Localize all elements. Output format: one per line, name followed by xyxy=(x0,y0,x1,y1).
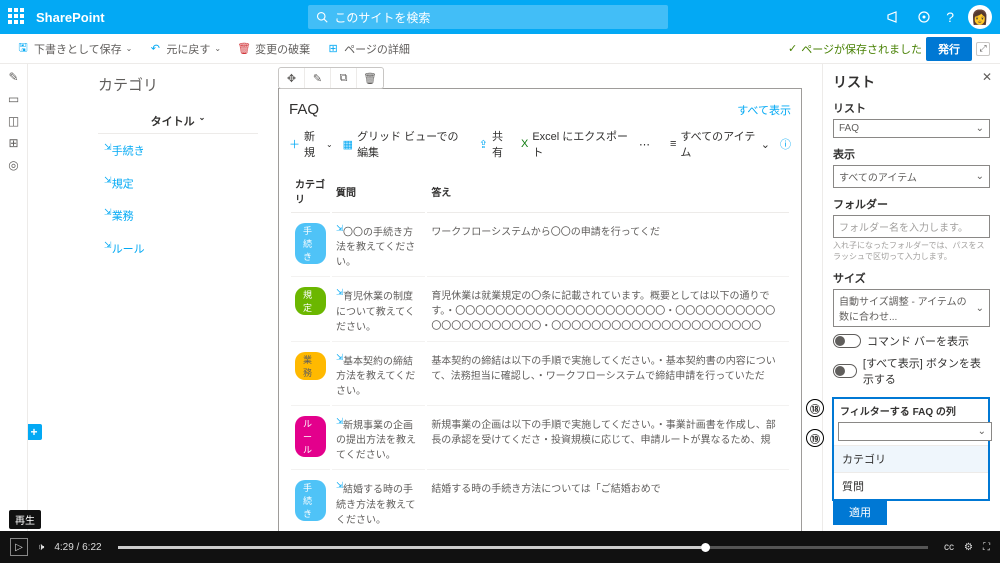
table-row[interactable]: 業務⇲基本契約の締結方法を教えてください。基本契約の締結は以下の手順で実施してく… xyxy=(291,344,789,406)
close-pane-button[interactable]: ✕ xyxy=(982,70,992,84)
details-icon: ⊞ xyxy=(326,42,340,56)
save-draft-button[interactable]: 🖫下書きとして保存⌄ xyxy=(10,39,138,59)
info-icon[interactable]: ⓘ xyxy=(780,136,791,152)
category-item[interactable]: ⇲規定 xyxy=(98,167,258,200)
video-time: 4:29 / 6:22 xyxy=(54,542,101,553)
rail-icon-1[interactable]: ✎ xyxy=(8,70,18,84)
settings-icon[interactable]: ⚙ xyxy=(964,542,973,553)
suite-bar: SharePoint このサイトを検索 ? 👩 xyxy=(0,0,1000,34)
save-icon: 🖫 xyxy=(16,42,30,56)
property-pane: ✕ リスト リスト FAQ⌄ 表示 すべてのアイテム⌄ フォルダー フォルダー名… xyxy=(822,64,1000,531)
col-question[interactable]: 質問 xyxy=(332,170,425,213)
category-header[interactable]: タイトル ⌄ xyxy=(98,109,258,134)
faq-table: カテゴリ質問答え 手続き⇲〇〇の手続き方法を教えてください。ワークフローシステム… xyxy=(289,168,791,531)
view-selector[interactable]: ≡ すべてのアイテム ⌄ xyxy=(670,128,770,160)
rail-icon-2[interactable]: ▭ xyxy=(8,92,19,106)
faq-title: FAQ xyxy=(289,101,319,118)
webpart-toolbar: ✥ ✎ ⧉ 🗑 xyxy=(278,67,384,89)
seek-bar[interactable] xyxy=(118,546,928,549)
filter-option-category[interactable]: カテゴリ xyxy=(834,445,988,472)
pane-title: リスト xyxy=(833,72,990,92)
excel-button[interactable]: XExcel にエクスポート xyxy=(521,128,629,160)
cc-icon[interactable]: cc xyxy=(944,542,954,553)
page-details-button[interactable]: ⊞ページの詳細 xyxy=(320,39,416,59)
share-button[interactable]: ⇪共有 xyxy=(479,128,511,160)
play-button[interactable]: ▷ xyxy=(10,538,28,556)
saved-status: ✓ページが保存されました xyxy=(788,41,922,57)
rail-icon-4[interactable]: ⊞ xyxy=(8,136,18,150)
list-select[interactable]: FAQ⌄ xyxy=(833,119,990,138)
size-select[interactable]: 自動サイズ調整 - アイテムの数に合わせ...⌄ xyxy=(833,289,990,327)
folder-input[interactable]: フォルダー名を入力します。 xyxy=(833,215,990,238)
faq-webpart[interactable]: ✥ ✎ ⧉ 🗑 FAQ すべて表示 ＋新規⌄ ▦グリッド ビューでの編集 ⇪共有… xyxy=(278,88,802,531)
col-answer[interactable]: 答え xyxy=(427,170,789,213)
command-bar: 🖫下書きとして保存⌄ ↶元に戻す⌄ 🗑変更の破棄 ⊞ページの詳細 ✓ページが保存… xyxy=(0,34,1000,64)
folder-hint: 入れ子になったフォルダーでは、パスをスラッシュで区切って入力します。 xyxy=(833,240,990,262)
megaphone-icon[interactable] xyxy=(886,9,902,25)
avatar[interactable]: 👩 xyxy=(968,5,992,29)
undo-icon: ↶ xyxy=(148,42,162,56)
video-controls: ▷ 🕩 4:29 / 6:22 cc ⚙ ⛶ xyxy=(0,531,1000,563)
search-input[interactable]: このサイトを検索 xyxy=(308,5,668,29)
search-icon xyxy=(316,11,328,23)
view-select[interactable]: すべてのアイテム⌄ xyxy=(833,165,990,188)
left-rail: ✎ ▭ ◫ ⊞ ◎ xyxy=(0,64,28,531)
callout-18: ⑱ xyxy=(806,399,824,417)
list-toolbar: ＋新規⌄ ▦グリッド ビューでの編集 ⇪共有 XExcel にエクスポート ⋯ … xyxy=(289,128,791,160)
trash-icon: 🗑 xyxy=(237,42,251,56)
col-category[interactable]: カテゴリ xyxy=(291,170,330,213)
category-item[interactable]: ⇲業務 xyxy=(98,199,258,232)
grid-edit-button[interactable]: ▦グリッド ビューでの編集 xyxy=(343,128,469,160)
edit-icon[interactable]: ✎ xyxy=(305,68,331,88)
rail-icon-5[interactable]: ◎ xyxy=(8,158,18,172)
check-icon: ✓ xyxy=(788,42,797,55)
app-launcher-icon[interactable] xyxy=(8,8,26,26)
add-section-button[interactable]: + xyxy=(28,424,42,440)
search-placeholder: このサイトを検索 xyxy=(334,9,430,26)
category-part-title: カテゴリ xyxy=(98,74,258,95)
brand: SharePoint xyxy=(36,10,105,25)
canvas: + カテゴリ タイトル ⌄ ⇲手続き ⇲規定 ⇲業務 ⇲ルール ✥ ✎ ⧉ xyxy=(28,64,822,531)
replay-badge: 再生 xyxy=(9,510,41,529)
audio-icon[interactable]: 🕩 xyxy=(38,542,44,553)
folder-label: フォルダー xyxy=(833,196,990,212)
view-all-link[interactable]: すべて表示 xyxy=(737,102,791,118)
filter-col-label: フィルターする FAQ の列 xyxy=(834,399,988,422)
more-button[interactable]: ⋯ xyxy=(639,138,650,151)
view-label: 表示 xyxy=(833,146,990,162)
table-row[interactable]: 規定⇲育児休業の制度について教えてください。育児休業は就業規定の〇条に記載されて… xyxy=(291,279,789,341)
filter-column-dropdown: フィルターする FAQ の列 ⌄ カテゴリ 質問 xyxy=(832,397,990,501)
filter-option-question[interactable]: 質問 xyxy=(834,472,988,499)
cmdbar-toggle[interactable]: コマンド バーを表示 xyxy=(833,333,990,349)
category-item[interactable]: ⇲手続き xyxy=(98,134,258,167)
new-button[interactable]: ＋新規⌄ xyxy=(289,128,333,160)
help-icon[interactable]: ? xyxy=(946,9,954,25)
apply-button[interactable]: 適用 xyxy=(833,499,887,525)
rail-icon-3[interactable]: ◫ xyxy=(8,114,19,128)
move-icon[interactable]: ✥ xyxy=(279,68,305,88)
viewall-toggle[interactable]: [すべて表示] ボタンを表示する xyxy=(833,355,990,387)
fullscreen-icon[interactable]: ⛶ xyxy=(983,542,990,553)
copy-icon[interactable]: ⧉ xyxy=(331,68,357,88)
list-label: リスト xyxy=(833,100,990,116)
filter-col-select[interactable]: ⌄ xyxy=(838,422,992,441)
expand-button[interactable]: ⤢ xyxy=(976,42,990,56)
table-row[interactable]: 手続き⇲結婚する時の手続き方法を教えてください。結婚する時の手続き方法については… xyxy=(291,472,789,531)
gear-icon[interactable] xyxy=(916,9,932,25)
callout-19: ⑲ xyxy=(806,429,824,447)
undo-button[interactable]: ↶元に戻す⌄ xyxy=(142,39,227,59)
publish-button[interactable]: 発行 xyxy=(926,37,972,61)
category-item[interactable]: ⇲ルール xyxy=(98,232,258,265)
size-label: サイズ xyxy=(833,270,990,286)
delete-icon[interactable]: 🗑 xyxy=(357,68,383,88)
table-row[interactable]: 手続き⇲〇〇の手続き方法を教えてください。ワークフローシステムから〇〇の申請を行… xyxy=(291,215,789,277)
discard-button[interactable]: 🗑変更の破棄 xyxy=(231,39,316,59)
table-row[interactable]: ルール⇲新規事業の企画の提出方法を教えてください。新規事業の企画は以下の手順で実… xyxy=(291,408,789,470)
